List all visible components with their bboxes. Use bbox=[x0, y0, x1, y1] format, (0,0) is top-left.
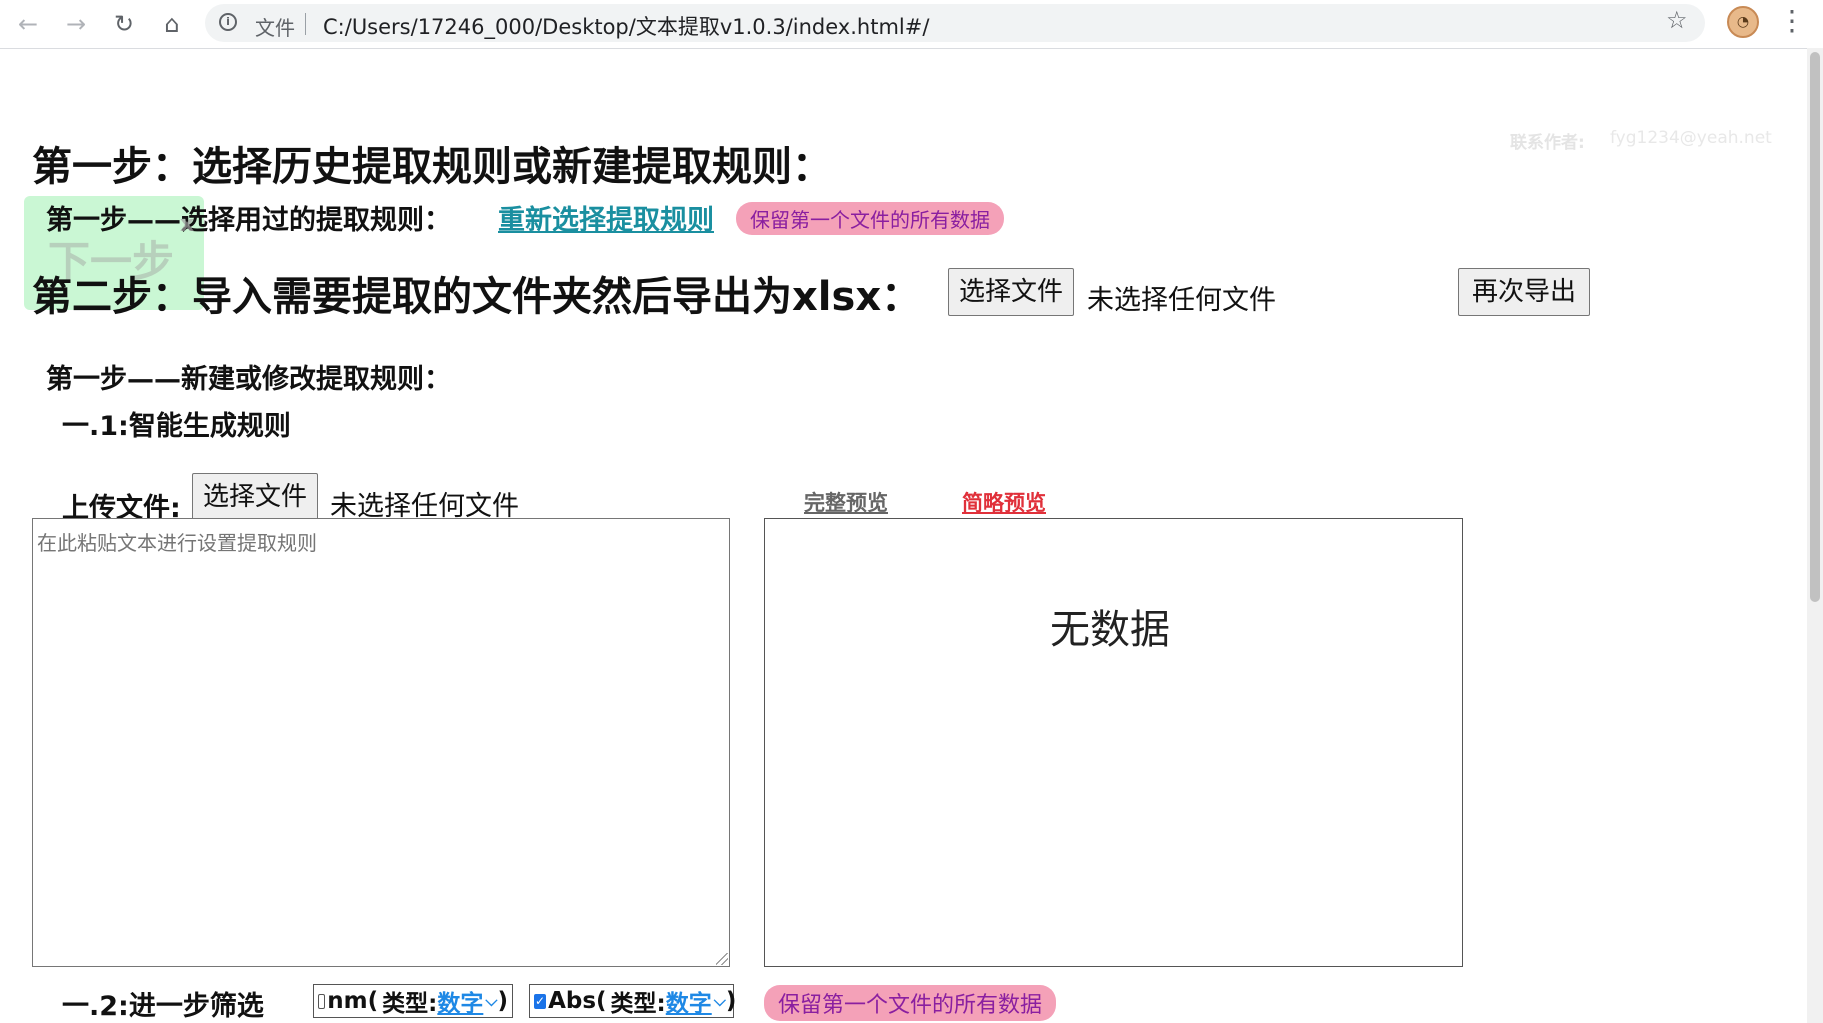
filter-nm-type-select[interactable]: 数字 bbox=[437, 984, 483, 1018]
textarea-resize-handle[interactable] bbox=[716, 953, 728, 965]
filter-abs-name: Abs bbox=[548, 988, 597, 1014]
filter-title: 一.2:进一步筛选 bbox=[62, 991, 264, 1022]
tab-brief-preview[interactable]: 简略预览 bbox=[962, 487, 1046, 517]
home-icon[interactable]: ⌂ bbox=[154, 6, 190, 42]
close-icon[interactable]: x bbox=[180, 212, 194, 237]
url-text[interactable]: C:/Users/17246_000/Desktop/文本提取v1.0.3/in… bbox=[323, 11, 929, 41]
bookmark-star-icon[interactable]: ☆ bbox=[1666, 6, 1688, 34]
address-bar[interactable]: i 文件 C:/Users/17246_000/Desktop/文本提取v1.0… bbox=[205, 4, 1705, 42]
filter-abs-type-label: 类型: bbox=[610, 991, 666, 1017]
contact-email[interactable]: fyg1234@yeah.net bbox=[1610, 128, 1772, 148]
chevron-down-icon[interactable]: ⌵ bbox=[485, 991, 497, 1011]
step1-title: 第一步：选择历史提取规则或新建提取规则： bbox=[32, 144, 832, 190]
filter-item-abs: ✓ Abs ( 类型: 数字 ⌵ ) bbox=[529, 984, 737, 1018]
scrollbar-thumb[interactable] bbox=[1810, 52, 1820, 602]
keep-first-file-pill-bottom[interactable]: 保留第一个文件的所有数据 bbox=[764, 985, 1057, 1021]
chevron-down-icon[interactable]: ⌵ bbox=[714, 991, 726, 1011]
contact-label: 联系作者: bbox=[1510, 133, 1585, 153]
upload-choose-file-button[interactable]: 选择文件 bbox=[192, 473, 319, 521]
filter-abs-type-select[interactable]: 数字 bbox=[666, 984, 712, 1018]
forward-arrow-icon[interactable]: → bbox=[58, 6, 94, 42]
filter-nm-checkbox[interactable] bbox=[318, 993, 326, 1009]
browser-toolbar: ← → ↻ ⌂ i 文件 C:/Users/17246_000/Desktop/… bbox=[0, 0, 1823, 49]
no-data-message: 无数据 bbox=[1050, 607, 1170, 653]
step2-no-file-label: 未选择任何文件 bbox=[1087, 285, 1276, 316]
url-separator bbox=[305, 13, 306, 35]
edit-rules-title: 第一步——新建或修改提取规则： bbox=[46, 364, 451, 395]
step2-title: 第二步：导入需要提取的文件夹然后导出为xlsx： bbox=[32, 274, 922, 320]
paren-open: ( bbox=[596, 988, 607, 1014]
rule-text-input[interactable] bbox=[32, 518, 730, 967]
tab-full-preview[interactable]: 完整预览 bbox=[804, 487, 888, 517]
info-icon[interactable]: i bbox=[219, 13, 237, 31]
filter-abs-checkbox[interactable]: ✓ bbox=[534, 993, 547, 1009]
reselect-rules-link[interactable]: 重新选择提取规则 bbox=[498, 198, 714, 237]
url-scheme-label: 文件 bbox=[255, 16, 295, 40]
filter-nm-name: nm bbox=[327, 988, 368, 1014]
browser-menu-icon[interactable]: ⋮ bbox=[1778, 4, 1806, 37]
profile-avatar[interactable]: ◔ bbox=[1727, 6, 1759, 38]
preview-panel: 无数据 bbox=[764, 518, 1463, 967]
paren-close: ) bbox=[725, 988, 737, 1014]
back-arrow-icon[interactable]: ← bbox=[10, 6, 46, 42]
reload-icon[interactable]: ↻ bbox=[106, 6, 142, 42]
keep-first-file-pill-top[interactable]: 保留第一个文件的所有数据 bbox=[736, 202, 1004, 235]
filter-nm-type-label: 类型: bbox=[382, 991, 438, 1017]
filter-item-nm: nm ( 类型: 数字 ⌵ ) bbox=[313, 984, 513, 1018]
paren-open: ( bbox=[367, 988, 379, 1014]
export-again-button[interactable]: 再次导出 bbox=[1458, 268, 1590, 316]
smart-rules-title: 一.1:智能生成规则 bbox=[62, 411, 291, 442]
step2-choose-file-button[interactable]: 选择文件 bbox=[948, 268, 1075, 316]
paren-close: ) bbox=[497, 988, 508, 1014]
